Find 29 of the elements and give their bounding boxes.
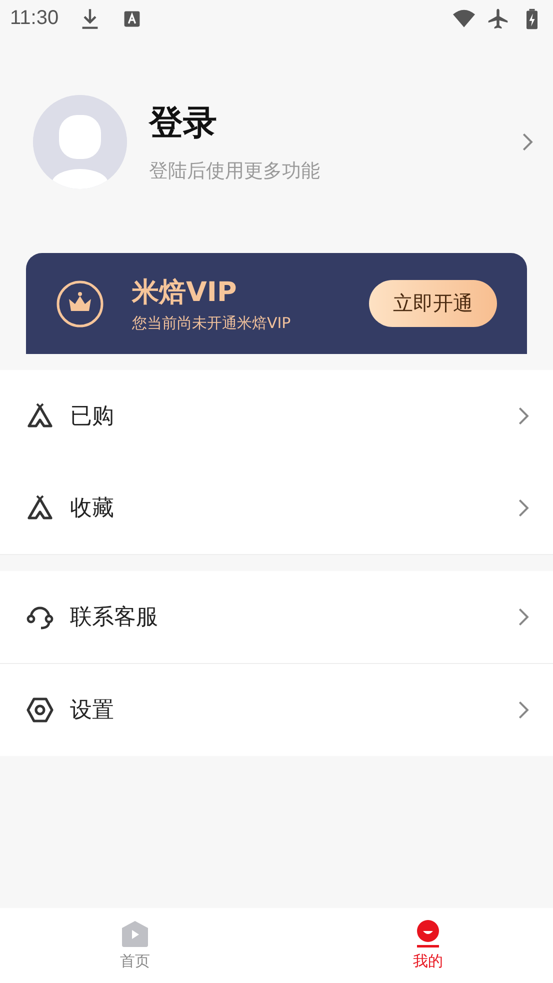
crown-icon — [56, 280, 104, 328]
menu-label: 收藏 — [70, 495, 115, 523]
chevron-icon — [521, 132, 533, 152]
chevron-icon — [517, 498, 529, 518]
menu-label: 设置 — [70, 697, 115, 725]
login-title[interactable]: 登录 — [149, 100, 499, 146]
home-icon — [121, 920, 149, 948]
menu-label: 联系客服 — [70, 604, 159, 632]
tent-icon — [26, 494, 54, 522]
wifi-icon — [453, 8, 475, 30]
menu-label: 已购 — [70, 403, 115, 431]
profile-icon — [414, 920, 442, 948]
settings-icon — [26, 696, 54, 724]
vip-subtitle: 您当前尚未开通米焙VIP — [132, 314, 292, 333]
airplane-icon — [487, 8, 509, 30]
tab-item[interactable]: 首页 — [120, 908, 150, 983]
login-subtitle: 登陆后使用更多功能 — [149, 159, 321, 184]
tent-icon — [26, 402, 54, 430]
activate-button[interactable]: 立即开通 — [369, 280, 497, 327]
menu-item[interactable]: 联系客服 — [0, 571, 553, 663]
vip-title: 米焙VIP — [132, 276, 238, 310]
status-time: 11:30 — [10, 7, 59, 30]
menu-item[interactable]: 收藏 — [0, 462, 553, 555]
chevron-icon — [517, 406, 529, 426]
tab-item[interactable]: 我的 — [413, 908, 443, 983]
menu-item[interactable]: 已购 — [0, 370, 553, 462]
chevron-icon — [517, 700, 529, 720]
chevron-icon — [517, 607, 529, 627]
menu-item[interactable]: 设置 — [0, 663, 553, 756]
